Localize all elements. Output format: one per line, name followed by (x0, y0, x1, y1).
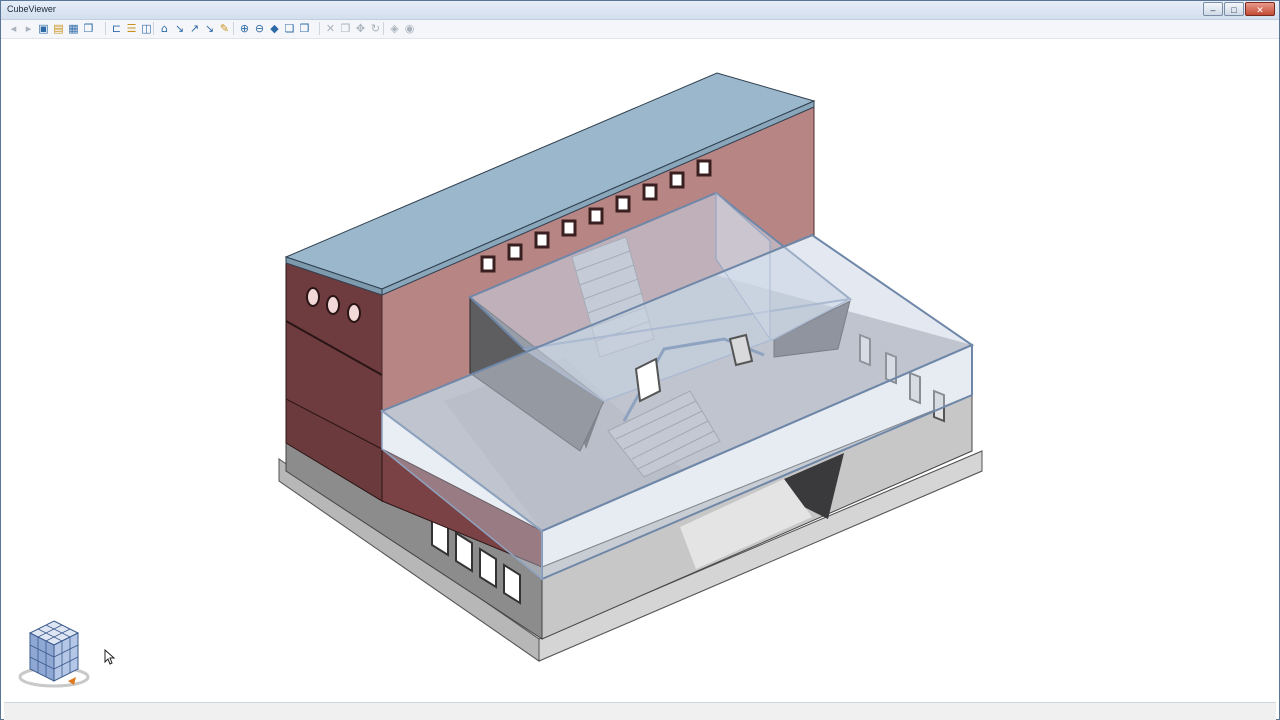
main-toolbar: ◂ ▸ ▣ ▤ ▦ ❐ ⊏ ☰ ◫ ⌂ ↘ ↗ ↘ ✎ ⊕ ⊖ ◆ ❏ ❒ ✕ … (1, 20, 1279, 39)
toolbar-group-navigate: ⌂ ↘ ↗ ↘ ✎ (151, 22, 231, 35)
toolbar-group-sections: ⊏ ☰ ◫ (103, 22, 153, 35)
measure-icon[interactable]: ✎ (218, 22, 231, 35)
save-icon[interactable]: ▣ (37, 22, 50, 35)
window-controls: – □ ✕ (1203, 2, 1275, 16)
window-title: CubeViewer (7, 4, 56, 14)
toolbar-separator (319, 22, 320, 35)
toolbar-group-render: ◈ ◉ (381, 22, 416, 35)
home-icon[interactable]: ⌂ (158, 22, 171, 35)
mouse-pointer-icon (104, 649, 116, 665)
shading-icon[interactable]: ◆ (268, 22, 281, 35)
open-icon[interactable]: ▤ (52, 22, 65, 35)
toolbar-group-edit: ✕ ❐ ✥ ↻ (317, 22, 382, 35)
zoom-out-icon[interactable]: ⊖ (253, 22, 266, 35)
toolbar-group-file: ◂ ▸ ▣ ▤ ▦ ❐ (7, 22, 95, 35)
section-x-icon[interactable]: ⊏ (110, 22, 123, 35)
zoom-in-icon[interactable]: ⊕ (238, 22, 251, 35)
copy-view-icon[interactable]: ❐ (82, 22, 95, 35)
maximize-button[interactable]: □ (1224, 2, 1244, 16)
properties-icon[interactable]: ❒ (298, 22, 311, 35)
toolbar-group-zoom: ⊕ ⊖ ◆ ❏ ❒ (231, 22, 311, 35)
back-icon[interactable]: ◂ (7, 22, 20, 35)
toolbar-separator (105, 22, 106, 35)
layers-icon[interactable]: ❏ (283, 22, 296, 35)
delete-icon[interactable]: ✕ (324, 22, 337, 35)
render-icon[interactable]: ◈ (388, 22, 401, 35)
settings-icon[interactable]: ◉ (403, 22, 416, 35)
cubeviewer-window: CubeViewer – □ ✕ ◂ ▸ ▣ ▤ ▦ ❐ ⊏ ☰ ◫ ⌂ ↘ ↗… (0, 0, 1280, 720)
toolbar-separator (153, 22, 154, 35)
minimize-button[interactable]: – (1203, 2, 1223, 16)
building-model[interactable] (4, 39, 1276, 701)
walk-icon[interactable]: ↘ (173, 22, 186, 35)
duplicate-icon[interactable]: ❐ (339, 22, 352, 35)
toolbar-separator (233, 22, 234, 35)
look-icon[interactable]: ↘ (203, 22, 216, 35)
fly-icon[interactable]: ↗ (188, 22, 201, 35)
status-bar (4, 702, 1276, 720)
forward-icon[interactable]: ▸ (22, 22, 35, 35)
title-bar[interactable]: CubeViewer – □ ✕ (1, 1, 1279, 20)
3d-viewport[interactable] (4, 39, 1276, 701)
close-button[interactable]: ✕ (1245, 2, 1275, 16)
section-y-icon[interactable]: ☰ (125, 22, 138, 35)
move-icon[interactable]: ✥ (354, 22, 367, 35)
print-icon[interactable]: ▦ (67, 22, 80, 35)
view-cube-icon[interactable] (16, 615, 96, 695)
toolbar-separator (383, 22, 384, 35)
